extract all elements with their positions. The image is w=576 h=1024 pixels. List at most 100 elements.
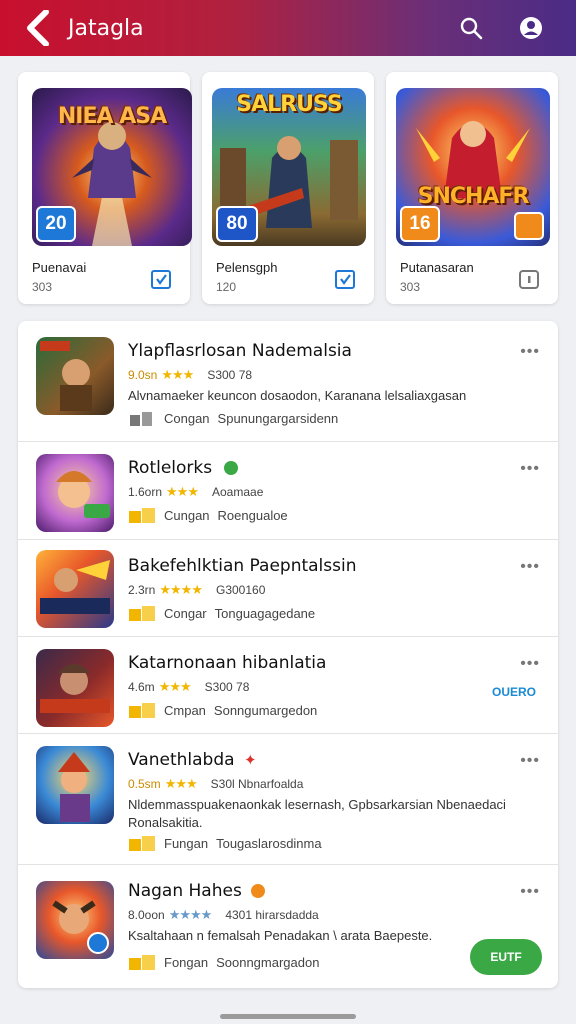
home-indicator[interactable] <box>220 1014 356 1019</box>
tag-text: Sonngumargedon <box>213 702 318 718</box>
star-rating: ★★★ <box>161 367 194 382</box>
verified-check-icon[interactable] <box>334 268 356 290</box>
star-rating: ★★★★ <box>159 582 203 597</box>
featured-card[interactable]: NIEA ASA 20 Puenavai 303 <box>18 72 192 304</box>
more-options-button[interactable]: ••• <box>520 883 540 901</box>
download-icon[interactable] <box>518 268 540 290</box>
app-title: Bakefehlktian Paepntalssin <box>128 556 357 576</box>
app-downloads: Aoamaae <box>212 485 264 499</box>
featured-badge: 20 <box>36 206 76 242</box>
tag-label: Fungan <box>164 835 209 851</box>
app-meta: 4.6m ★★★ S300 78 <box>128 679 249 695</box>
featured-name: Pelensgph <box>216 260 278 275</box>
app-meta: 0.5sm ★★★ S30l Nbnarfoalda <box>128 776 303 792</box>
list-item[interactable]: Vanethlabda ✦ 0.5sm ★★★ S30l Nbnarfoalda… <box>18 734 558 865</box>
app-thumbnail <box>36 881 114 959</box>
star-rating: ★★★ <box>164 776 198 791</box>
verified-check-icon[interactable] <box>150 268 172 290</box>
thumbs-icon <box>130 412 152 426</box>
more-options-button[interactable]: ••• <box>520 460 540 478</box>
app-title-text: Vanethlabda <box>128 750 235 770</box>
app-rating: 9.0sn <box>128 368 158 382</box>
back-arrow-icon <box>27 10 49 46</box>
featured-artwork: SNCHAFR 16 <box>396 88 550 246</box>
app-title: Rotlelorks <box>128 458 238 478</box>
app-description: Nldemmasspuakenaonkak lesernash, Gpbsark… <box>128 797 506 830</box>
app-thumbnail <box>36 649 114 727</box>
app-tags: Congar Tonguagagedane <box>128 604 315 622</box>
app-downloads: S30l Nbnarfoalda <box>210 777 304 791</box>
tag-text: Tougaslarosdinma <box>216 835 322 851</box>
featured-card[interactable]: SALRUSS 80 Pelensgph 120 <box>202 72 374 304</box>
app-title: Jatagla <box>68 15 144 41</box>
featured-count: 120 <box>216 280 237 294</box>
featured-artwork: SALRUSS 80 <box>212 88 366 246</box>
list-item[interactable]: Nagan Hahes 8.0oon ★★★★ 4301 hirarsdadda… <box>18 865 558 988</box>
featured-name: Putanasaran <box>400 260 474 275</box>
featured-name: Puenavai <box>32 260 87 275</box>
app-thumbnail <box>36 550 114 628</box>
app-title-text: Rotlelorks <box>128 458 213 478</box>
tag-text: Soonngmargadon <box>216 954 320 970</box>
tag-label: Cmpan <box>164 702 206 718</box>
tag-text: Tonguagagedane <box>214 605 316 621</box>
app-meta: 2.3rn ★★★★ G300160 <box>128 582 265 598</box>
app-meta: 1.6orn ★★★ Aoamaae <box>128 484 263 500</box>
app-thumbnail <box>36 337 114 415</box>
search-button[interactable] <box>456 13 486 43</box>
gold-tag-icon <box>129 955 155 970</box>
featured-card[interactable]: SNCHAFR 16 Putanasaran 303 <box>386 72 558 304</box>
app-downloads: S300 78 <box>207 368 253 382</box>
list-item[interactable]: Katarnonaan hibanlatia 4.6m ★★★ S300 78 … <box>18 637 558 734</box>
account-button[interactable] <box>516 13 546 43</box>
featured-count: 303 <box>400 280 421 294</box>
install-link[interactable]: OUERO <box>492 685 536 699</box>
app-rating: 4.6m <box>128 680 155 694</box>
app-list: Ylapflasrlosan Nademalsia 9.0sn ★★★ S300… <box>18 321 558 988</box>
app-thumbnail <box>36 454 114 532</box>
tag-label: Fongan <box>164 954 209 970</box>
more-options-button[interactable]: ••• <box>520 558 540 576</box>
more-options-button[interactable]: ••• <box>520 752 540 770</box>
list-item[interactable]: Bakefehlktian Paepntalssin 2.3rn ★★★★ G3… <box>18 540 558 637</box>
list-item[interactable]: Rotlelorks 1.6orn ★★★ Aoamaae Cungan Roe… <box>18 442 558 540</box>
app-rating: 8.0oon <box>128 908 165 922</box>
app-meta: 9.0sn ★★★ S300 78 <box>128 367 252 383</box>
tag-label: Congar <box>164 605 207 621</box>
star-rating: ★★★★ <box>168 907 213 922</box>
featured-badge: 80 <box>216 206 258 242</box>
app-tags: Cmpan Sonngumargedon <box>128 701 317 719</box>
install-button-label: EUTF <box>490 950 522 964</box>
featured-count: 303 <box>32 280 53 294</box>
account-icon <box>520 17 542 39</box>
gold-tag-icon <box>129 703 155 718</box>
back-button[interactable] <box>16 3 66 53</box>
list-item[interactable]: Ylapflasrlosan Nademalsia 9.0sn ★★★ S300… <box>18 321 558 442</box>
orange-dot-icon <box>251 884 266 898</box>
tag-label: Congan <box>164 410 210 426</box>
app-thumbnail <box>36 746 114 824</box>
green-dot-icon <box>223 461 238 475</box>
install-button[interactable]: EUTF <box>470 939 542 975</box>
app-title: Vanethlabda ✦ <box>128 750 257 770</box>
app-downloads: 4301 hirarsdadda <box>225 908 319 922</box>
more-options-button[interactable]: ••• <box>520 343 540 361</box>
tag-text: Roengualoe <box>217 507 288 523</box>
app-downloads: S300 78 <box>204 680 250 694</box>
star-rating: ★★★ <box>158 679 192 694</box>
featured-artwork: NIEA ASA 20 <box>32 88 192 246</box>
more-options-button[interactable]: ••• <box>520 655 540 673</box>
app-tags: Fungan Tougaslarosdinma <box>128 834 322 852</box>
app-downloads: G300160 <box>215 583 266 597</box>
app-tags: Cungan Roengualoe <box>128 506 288 524</box>
app-rating: 2.3rn <box>128 583 156 597</box>
star-rating: ★★★ <box>166 484 199 499</box>
featured-badge: 16 <box>400 206 440 242</box>
share-icon <box>514 212 544 240</box>
app-description: Alvnamaeker keuncon dosaodon, Karanana l… <box>128 388 467 403</box>
app-rating: 0.5sm <box>128 777 161 791</box>
featured-art-title: SALRUSS <box>236 92 342 117</box>
app-title: Ylapflasrlosan Nademalsia <box>128 341 352 361</box>
featured-art-title: NIEA ASA <box>57 104 167 129</box>
red-spark-icon: ✦ <box>243 751 257 769</box>
